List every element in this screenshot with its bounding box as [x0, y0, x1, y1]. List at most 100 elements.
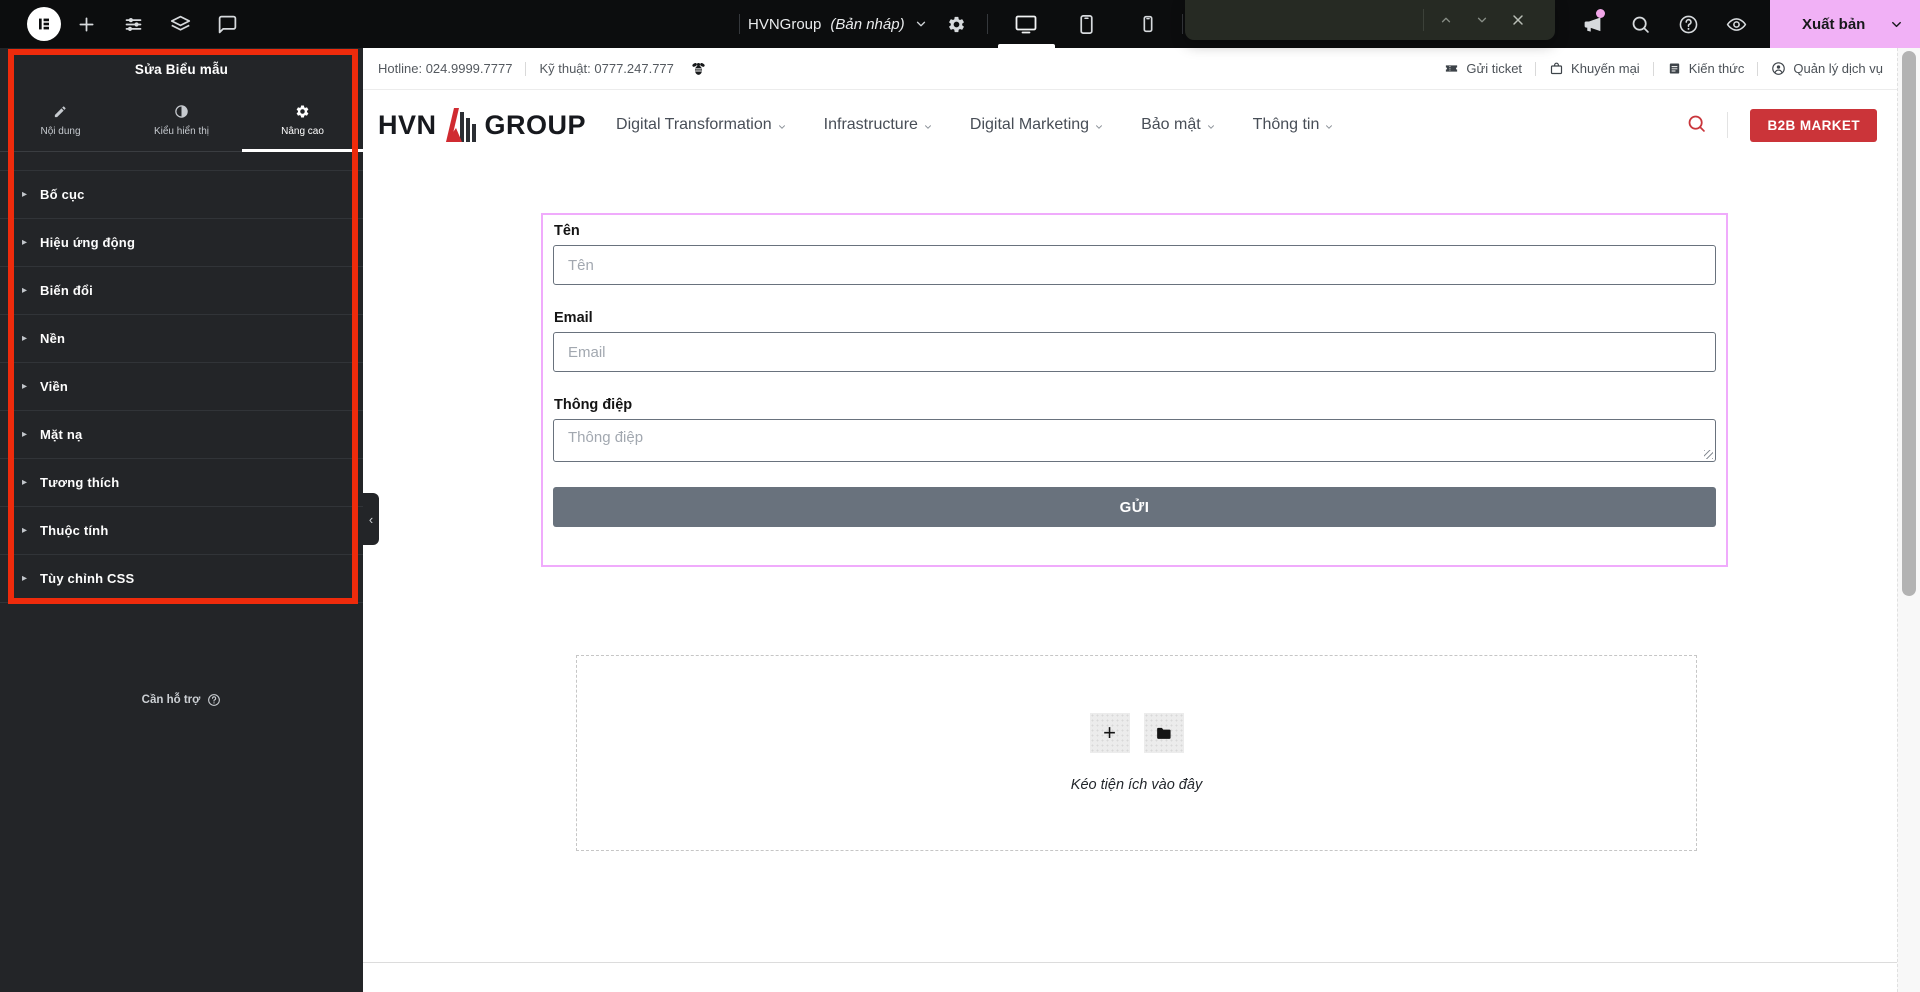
chevron-down-icon	[1324, 122, 1334, 132]
whats-new-button[interactable]	[1572, 0, 1612, 48]
divider	[525, 62, 526, 76]
section-attributes[interactable]: ▸Thuộc tính	[0, 507, 363, 555]
find-input[interactable]	[1185, 0, 1423, 40]
scrollbar-thumb[interactable]	[1902, 51, 1916, 596]
service-management-link[interactable]: Quản lý dịch vụ	[1771, 61, 1883, 76]
site-preview: Hotline: 024.9999.7777 Kỹ thuật: 0777.24…	[363, 48, 1897, 992]
section-divider-line	[363, 962, 1897, 963]
notes-button[interactable]	[207, 0, 247, 48]
b2b-market-button[interactable]: B2B MARKET	[1750, 109, 1877, 142]
help-icon	[1678, 14, 1699, 35]
promo-bag-icon	[1549, 61, 1564, 76]
section-border[interactable]: ▸Viền	[0, 363, 363, 411]
advanced-sections: ▸Bố cục ▸Hiệu ứng động ▸Biến đổi ▸Nền ▸V…	[0, 170, 363, 603]
logo-mark-icon	[442, 108, 480, 142]
section-motion-effects[interactable]: ▸Hiệu ứng động	[0, 219, 363, 267]
plus-icon	[76, 14, 97, 35]
gear-icon	[295, 104, 310, 119]
name-input[interactable]	[553, 245, 1716, 285]
panel-collapse-handle[interactable]: ‹	[363, 493, 379, 545]
nav-item-digital-transformation[interactable]: Digital Transformation	[616, 116, 787, 134]
device-mobile-button[interactable]	[1128, 0, 1168, 48]
structure-button[interactable]	[160, 0, 200, 48]
elementor-logo-button[interactable]	[27, 7, 61, 41]
need-help-link[interactable]: Cần hỗ trợ	[0, 693, 363, 707]
caret-right-icon: ▸	[22, 574, 27, 584]
caret-right-icon: ▸	[22, 286, 27, 296]
panel-tabs: Nội dung Kiểu hiển thị Nâng cao	[0, 90, 363, 152]
email-input[interactable]	[553, 332, 1716, 372]
help-button[interactable]	[1668, 0, 1708, 48]
nav-item-digital-marketing[interactable]: Digital Marketing	[970, 116, 1104, 134]
chevron-down-icon	[914, 17, 928, 31]
divider	[987, 14, 988, 34]
nav-item-security[interactable]: Bảo mật	[1141, 116, 1216, 134]
publish-button[interactable]: Xuất bản	[1770, 0, 1920, 48]
bee-icon	[690, 60, 707, 77]
search-icon	[1630, 14, 1651, 35]
section-responsive[interactable]: ▸Tương thích	[0, 459, 363, 507]
divider	[1182, 14, 1183, 34]
find-close-button[interactable]	[1500, 0, 1536, 40]
promotions-link[interactable]: Khuyến mại	[1549, 61, 1640, 76]
device-tablet-button[interactable]	[1066, 0, 1106, 48]
template-library-button[interactable]	[1144, 713, 1184, 753]
finder-search-button[interactable]	[1620, 0, 1660, 48]
section-layout[interactable]: ▸Bố cục	[0, 171, 363, 219]
nav-item-information[interactable]: Thông tin	[1253, 116, 1335, 134]
elementor-logo-icon	[34, 14, 54, 34]
add-widget-button[interactable]: +	[1090, 713, 1130, 753]
site-search-button[interactable]	[1686, 113, 1707, 137]
contrast-icon	[174, 104, 189, 119]
add-element-button[interactable]	[66, 0, 106, 48]
active-device-indicator	[998, 44, 1055, 48]
nav-item-infrastructure[interactable]: Infrastructure	[824, 116, 933, 134]
chevron-down-icon	[777, 122, 787, 132]
caret-right-icon: ▸	[22, 478, 27, 488]
plus-icon: +	[1103, 722, 1116, 744]
site-settings-button[interactable]	[113, 0, 153, 48]
chevron-down-icon	[1206, 122, 1216, 132]
hotline-text: Hotline: 024.9999.7777	[378, 61, 512, 76]
folder-icon	[1155, 725, 1172, 742]
desktop-icon	[1014, 12, 1038, 36]
site-logo[interactable]: HVN GROUP	[378, 108, 586, 142]
device-desktop-button[interactable]	[1006, 0, 1046, 48]
tab-advanced[interactable]: Nâng cao	[242, 90, 363, 151]
elementor-panel: Sửa Biểu mẫu Nội dung Kiểu hiển thị Nâng…	[0, 48, 363, 992]
section-mask[interactable]: ▸Mặt nạ	[0, 411, 363, 459]
knowledge-link[interactable]: Kiến thức	[1667, 61, 1745, 76]
section-transform[interactable]: ▸Biến đổi	[0, 267, 363, 315]
gear-icon	[947, 15, 966, 34]
tab-label: Nội dung	[40, 126, 80, 137]
section-background[interactable]: ▸Nền	[0, 315, 363, 363]
message-textarea[interactable]	[553, 419, 1716, 462]
tab-content[interactable]: Nội dung	[0, 90, 121, 151]
page-settings-button[interactable]	[936, 0, 976, 48]
field-label-name: Tên	[554, 223, 1716, 239]
mobile-icon	[1137, 13, 1159, 35]
chevron-left-icon: ‹	[369, 512, 373, 527]
tab-style[interactable]: Kiểu hiển thị	[121, 90, 242, 151]
dropzone-hint: Kéo tiện ích vào đây	[1071, 777, 1202, 793]
send-ticket-link[interactable]: Gửi ticket	[1444, 61, 1522, 76]
site-main-nav: HVN GROUP Digital Transformation Infrast…	[363, 90, 1897, 160]
ticket-icon	[1444, 61, 1459, 76]
panel-title: Sửa Biểu mẫu	[0, 48, 363, 90]
form-submit-button[interactable]: GỬI	[553, 487, 1716, 527]
caret-right-icon: ▸	[22, 190, 27, 200]
find-next-button[interactable]	[1464, 0, 1500, 40]
technical-text: Kỹ thuật: 0777.247.777	[539, 61, 673, 76]
widget-dropzone[interactable]: + Kéo tiện ích vào đây	[576, 655, 1697, 851]
divider	[739, 14, 740, 34]
find-previous-button[interactable]	[1428, 0, 1464, 40]
preview-button[interactable]	[1716, 0, 1756, 48]
form-widget[interactable]: Tên Email Thông điệp GỬI	[543, 215, 1726, 565]
search-icon	[1686, 113, 1707, 134]
preview-scrollbar[interactable]	[1897, 48, 1920, 992]
divider	[1653, 62, 1654, 76]
section-custom-css[interactable]: ▸Tùy chỉnh CSS	[0, 555, 363, 603]
publish-label: Xuất bản	[1802, 16, 1865, 33]
resize-handle[interactable]	[1704, 450, 1713, 459]
document-switcher[interactable]: HVNGroup (Bản nháp)	[748, 0, 928, 48]
